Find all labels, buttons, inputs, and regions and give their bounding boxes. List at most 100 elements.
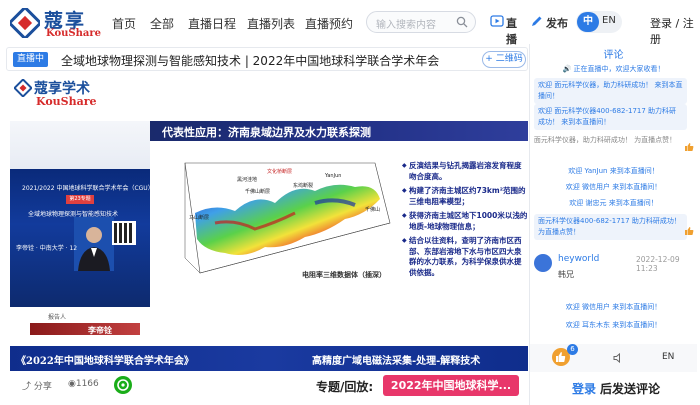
nav-live-schedule[interactable]: 直播日程 xyxy=(188,15,236,32)
comment-text: 韩兄 xyxy=(558,270,574,279)
video-toolbar: ⤴ 分享 ◉1166 专题/回放: 2022年中国地球科学... xyxy=(10,373,528,399)
volume-icon[interactable] xyxy=(612,352,624,364)
publish-button[interactable]: 发布 xyxy=(530,12,570,32)
pen-icon xyxy=(532,16,542,26)
share-icon: ⤴ xyxy=(22,382,34,392)
qrcode-label: 二维码 xyxy=(495,54,523,64)
like-count-badge: 6 xyxy=(567,344,578,355)
comment-login-hint: 后发送评论 xyxy=(600,382,661,396)
slide-header: 蔻享学术 KouShare xyxy=(10,73,528,121)
nav-live-booking[interactable]: 直播预约 xyxy=(305,15,353,32)
system-message: 欢迎 YanJun 来到本直播间！ xyxy=(568,167,659,175)
wechat-glyph-icon xyxy=(117,379,129,391)
map-label-qianfo: 千佛山 xyxy=(365,206,380,213)
search-input[interactable]: 输入搜索内容 xyxy=(366,11,476,33)
live-title-bar: 直播中 全域地球物理探测与智能感知技术 | 2022年中国地球科学联合学术年会 … xyxy=(6,47,528,71)
live-button-label: 直播 xyxy=(506,17,517,46)
live-button[interactable]: 直播 xyxy=(490,12,526,46)
nav-all[interactable]: 全部 xyxy=(150,15,174,32)
banner-talk-title: 高精度广域电磁法采集-处理-解释技术 xyxy=(312,356,481,367)
live-icon xyxy=(490,15,504,27)
publish-button-label: 发布 xyxy=(546,17,568,30)
share-button[interactable]: ⤴ 分享 xyxy=(22,379,52,392)
system-message: 面元科学仪器400-682-1717 助力科研成功！ 为直播点赞！ xyxy=(534,214,687,240)
video-player[interactable]: 蔻享学术 KouShare 2021/2022 中国地球科学联合学术年会（CGU… xyxy=(10,73,528,371)
comment-time: 2022-12-09 11:23 xyxy=(636,255,680,273)
welcome-message: 🔊 正在直播中，欢迎大家收看！ xyxy=(530,64,697,74)
comments-footer: 6 EN xyxy=(530,344,697,372)
share-label: 分享 xyxy=(33,382,52,392)
speaker-icon: 🔊 xyxy=(562,65,574,73)
english-toggle[interactable]: EN xyxy=(662,352,674,362)
search-icon[interactable] xyxy=(456,16,468,28)
site-logo[interactable]: 蔻享 KouShare xyxy=(10,6,110,40)
lang-en-option[interactable]: EN xyxy=(602,15,616,26)
koushare-logo-icon xyxy=(10,8,40,38)
thumbs-up-icon xyxy=(685,227,694,235)
search-placeholder: 输入搜索内容 xyxy=(376,20,436,31)
map-label-mashan: 马山断层 xyxy=(189,214,209,221)
system-message: 欢迎 微信用户 来到本直播间！ xyxy=(565,303,662,311)
map-label-heihe: 黑河洼地 xyxy=(237,176,257,183)
live-title: 全域地球物理探测与智能感知技术 | 2022年中国地球科学联合学术年会 xyxy=(61,54,440,68)
slide-bullet-list: 反演结果与钻孔揭露岩溶发育程度吻合度高。 构建了济南主城区约73km²范围的三维… xyxy=(402,161,528,282)
speaker-panel-top xyxy=(10,121,150,169)
comment-login-bar: 登录 后发送评论 xyxy=(530,374,697,405)
system-message: 欢迎 面元科学仪器，助力科研成功！ 来到本直播间！ xyxy=(534,78,687,104)
language-toggle[interactable]: 中 EN xyxy=(576,11,622,33)
slide-bullet: 反演结果与钻孔揭露岩溶发育程度吻合度高。 xyxy=(402,161,528,182)
nav-home[interactable]: 首页 xyxy=(112,15,136,32)
comments-title: 评论 xyxy=(603,50,624,61)
speaker-label: 报告人 xyxy=(48,314,67,321)
comments-panel: 评论 🔊 正在直播中，欢迎大家收看！ 欢迎 面元科学仪器，助力科研成功！ 来到本… xyxy=(529,44,697,405)
login-register-link[interactable]: 登录 / 注册 xyxy=(650,15,700,47)
thumbs-up-icon xyxy=(685,143,694,151)
comment-login-link[interactable]: 登录 xyxy=(572,380,596,397)
slide-bullet: 构建了济南主城区约73km²范围的三维电阻率模型； xyxy=(402,186,528,207)
logo-text-en: KouShare xyxy=(46,28,102,39)
map-caption: 电阻率三维数据体（插深） xyxy=(302,271,386,279)
qrcode-button[interactable]: + 二维码 xyxy=(482,51,526,68)
view-count-value: 1166 xyxy=(75,379,99,389)
system-message: 欢迎 谢忠元 来到本直播间！ xyxy=(569,199,658,207)
user-comment: heyworld 2022-12-09 11:23 韩兄 xyxy=(534,254,694,282)
special-topic-label: 专题/回放: xyxy=(316,380,374,394)
resistivity-3d-model-image: 黑河洼地 文化桥断层 千佛山断层 东坞断裂 马山断层 YanJun 千佛山 xyxy=(184,162,391,274)
wechat-share-icon[interactable] xyxy=(114,376,132,394)
speaker-video-figure xyxy=(74,217,114,271)
avatar xyxy=(534,254,552,272)
lang-zh-option[interactable]: 中 xyxy=(577,12,599,32)
map-label-dongwu: 东坞断裂 xyxy=(293,182,313,189)
comment-username[interactable]: heyworld xyxy=(558,254,599,264)
speaker-name-bar xyxy=(30,323,140,335)
poster-session-tag: 第23专题 xyxy=(66,195,94,204)
like-message: 面元科学仪器，助力科研成功！ 为直播点赞！ xyxy=(533,136,677,144)
banner-conference-name: 《2022年中国地球科学联合学术年会》 xyxy=(16,356,194,367)
slide-bullet: 结合以往资料，查明了济南市区西部、东部岩溶地下水与市区四大泉群的水力联系，为科学… xyxy=(402,236,528,278)
speaker-panel: 2021/2022 中国地球科学联合学术年会（CGU） 第23专题 全域地球物理… xyxy=(10,121,150,346)
koushare-slide-logo-icon xyxy=(14,79,32,97)
eye-icon: ◉ xyxy=(68,379,76,389)
video-bottom-banner: 《2022年中国地球科学联合学术年会》 高精度广域电磁法采集-处理-解释技术 xyxy=(10,346,528,371)
system-message: 欢迎 微信用户 来到本直播间！ xyxy=(565,183,662,191)
map-label-wenhua: 文化桥断层 xyxy=(267,168,292,175)
live-status-badge: 直播中 xyxy=(13,52,49,67)
nav-live-list[interactable]: 直播列表 xyxy=(247,15,295,32)
top-nav: 蔻享 KouShare 首页 全部 直播日程 直播列表 直播预约 输入搜索内容 … xyxy=(0,0,700,47)
speaker-name: 李帝铨 xyxy=(88,326,112,335)
slide-bullet: 获得济南主城区地下1000米以浅的地质-地球物理信息； xyxy=(402,211,528,232)
poster-qr-code xyxy=(112,221,136,245)
poster-conference-title: 2021/2022 中国地球科学联合学术年会（CGU） xyxy=(22,185,150,192)
qrcode-icon: + xyxy=(485,54,496,64)
slide-title-banner: 代表性应用：济南泉域边界及水力联系探测 xyxy=(150,121,528,141)
slide-logo-en: KouShare xyxy=(36,95,97,108)
map-label-qianfo-fault: 千佛山断层 xyxy=(245,188,270,195)
view-count: ◉1166 xyxy=(68,379,99,389)
map-label-yanjun: YanJun xyxy=(324,173,341,179)
special-topic-link[interactable]: 2022年中国地球科学... xyxy=(383,375,519,396)
welcome-text: 正在直播中，欢迎大家收看！ xyxy=(573,65,665,73)
slide-title: 代表性应用：济南泉域边界及水力联系探测 xyxy=(162,126,371,139)
poster-speaker-line: 李帝铨 · 中南大学 · 12 xyxy=(16,245,78,252)
system-message: 欢迎 耳东木东 来到本直播间！ xyxy=(565,321,662,329)
speaker-nameplate: 报告人 李帝铨 xyxy=(10,307,150,346)
